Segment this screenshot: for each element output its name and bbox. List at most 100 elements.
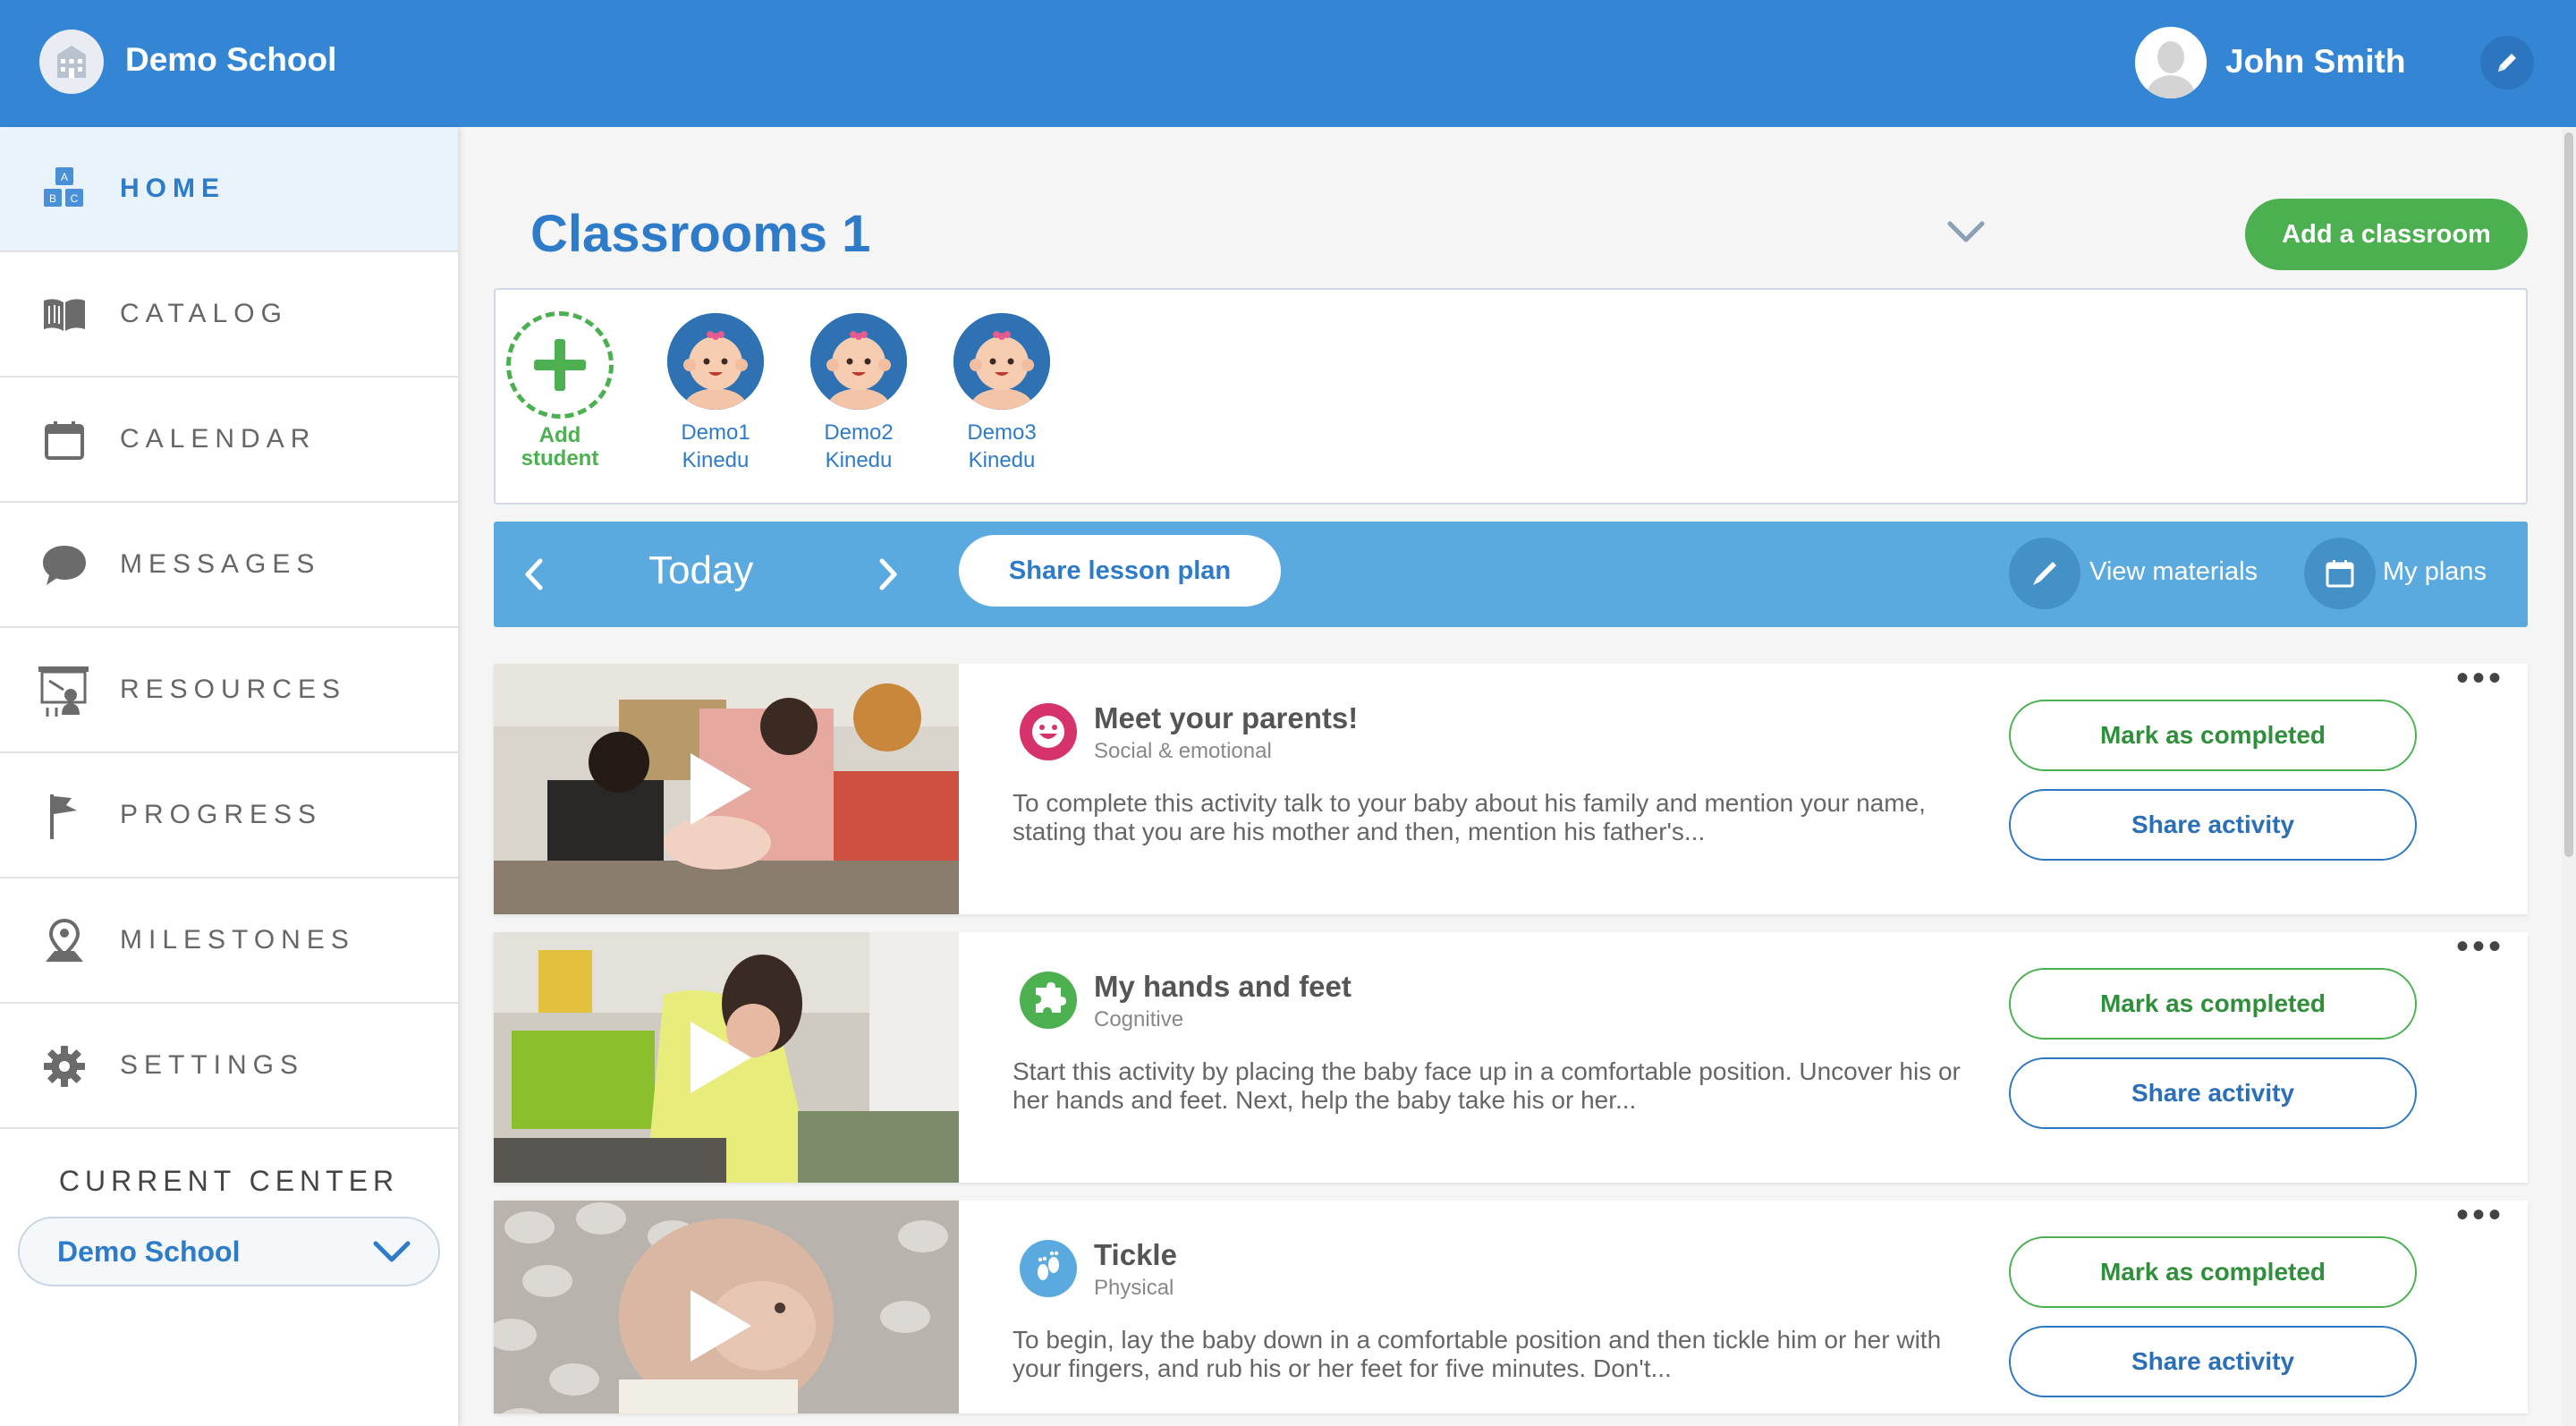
gear-icon	[36, 1038, 93, 1095]
chat-bubble-icon	[36, 537, 93, 594]
student-name: Demo3 Kinedu	[948, 419, 1055, 474]
sidebar-item-settings[interactable]: SETTINGS	[0, 1004, 458, 1129]
activity-video-thumbnail[interactable]	[494, 1201, 959, 1413]
student-name: Demo2 Kinedu	[805, 419, 912, 474]
presentation-board-icon	[36, 662, 93, 719]
play-icon[interactable]	[691, 1022, 751, 1093]
user-name[interactable]: John Smith	[2225, 43, 2405, 81]
footprints-icon	[1020, 1240, 1077, 1297]
add-student-label-line2: student	[521, 446, 599, 471]
sidebar-item-label: MESSAGES	[120, 549, 321, 579]
calendar-icon	[2326, 560, 2354, 588]
student-card[interactable]: Demo2 Kinedu	[805, 313, 912, 474]
chevron-left-icon[interactable]	[521, 556, 547, 593]
add-student-button[interactable]: Add student	[506, 311, 614, 471]
sidebar-item-label: PROGRESS	[120, 800, 323, 829]
mark-completed-button[interactable]: Mark as completed	[2009, 1236, 2417, 1308]
student-last-name: Kinedu	[968, 448, 1036, 472]
sidebar-item-label: CATALOG	[120, 299, 288, 328]
svg-text:B: B	[49, 192, 56, 205]
activity-category: Cognitive	[1094, 1007, 1184, 1031]
sidebar-item-label: MILESTONES	[120, 925, 355, 955]
sidebar-item-milestones[interactable]: MILESTONES	[0, 879, 458, 1004]
add-classroom-button[interactable]: Add a classroom	[2245, 199, 2528, 270]
current-day-label: Today	[648, 548, 754, 592]
map-pin-icon	[36, 912, 93, 970]
sidebar-item-label: CALENDAR	[120, 424, 317, 454]
baby-avatar-icon	[810, 313, 907, 410]
mark-completed-button[interactable]: Mark as completed	[2009, 700, 2417, 771]
mark-completed-button[interactable]: Mark as completed	[2009, 968, 2417, 1040]
sidebar-item-messages[interactable]: MESSAGES	[0, 503, 458, 628]
share-activity-button[interactable]: Share activity	[2009, 1057, 2417, 1129]
flag-icon	[36, 787, 93, 845]
play-icon[interactable]	[691, 753, 751, 825]
user-avatar[interactable]	[2135, 27, 2207, 98]
sidebar-item-resources[interactable]: RESOURCES	[0, 628, 458, 753]
activity-category: Physical	[1094, 1276, 1174, 1300]
play-icon[interactable]	[691, 1290, 751, 1362]
classroom-title: Classrooms 1	[530, 205, 871, 263]
current-center-select[interactable]: Demo School	[18, 1217, 440, 1286]
smiley-icon	[1020, 703, 1077, 760]
student-card[interactable]: Demo3 Kinedu	[948, 313, 1055, 474]
pencil-icon	[2498, 54, 2516, 72]
student-card[interactable]: Demo1 Kinedu	[662, 313, 769, 474]
edit-profile-button[interactable]	[2480, 36, 2534, 89]
classroom-dropdown-chevron-icon[interactable]	[1946, 218, 1986, 245]
sidebar: A B C HOME CATALOG CALENDAR MESSAGES RES…	[0, 127, 458, 1426]
activity-card: My hands and feet Cognitive Start this a…	[494, 929, 2528, 1183]
student-last-name: Kinedu	[825, 448, 893, 472]
current-center-value: Demo School	[57, 1235, 241, 1268]
main-scrollbar[interactable]	[2562, 127, 2576, 1426]
pencil-icon	[2033, 562, 2056, 585]
my-plans-label[interactable]: My plans	[2383, 557, 2487, 587]
chevron-down-icon	[373, 1241, 411, 1262]
svg-text:C: C	[71, 192, 79, 205]
activity-title[interactable]: My hands and feet	[1094, 970, 1352, 1004]
chevron-right-icon[interactable]	[875, 556, 902, 593]
school-name: Demo School	[125, 41, 337, 78]
sidebar-item-home[interactable]: A B C HOME	[0, 127, 458, 252]
share-activity-button[interactable]: Share activity	[2009, 789, 2417, 861]
current-center-title: CURRENT CENTER	[58, 1165, 400, 1197]
svg-text:A: A	[61, 171, 68, 183]
share-activity-button[interactable]: Share activity	[2009, 1326, 2417, 1397]
day-navigation-bar: Today Share lesson plan View materials M…	[494, 522, 2528, 627]
activity-video-thumbnail[interactable]	[494, 932, 959, 1183]
scrollbar-thumb[interactable]	[2564, 132, 2573, 857]
activity-description: To begin, lay the baby down in a comfort…	[1013, 1326, 1942, 1382]
sidebar-item-label: RESOURCES	[120, 675, 347, 704]
school-building-icon	[39, 30, 104, 94]
add-student-label: Add student	[506, 424, 614, 471]
view-materials-label[interactable]: View materials	[2089, 557, 2258, 587]
student-name: Demo1 Kinedu	[662, 419, 769, 474]
activity-category: Social & emotional	[1094, 739, 1272, 763]
view-materials-button[interactable]	[2009, 538, 2080, 609]
sidebar-item-progress[interactable]: PROGRESS	[0, 753, 458, 879]
activity-title[interactable]: Meet your parents!	[1094, 701, 1358, 735]
user-silhouette-icon	[2135, 27, 2207, 98]
abc-blocks-icon: A B C	[36, 161, 93, 218]
top-bar: Demo School John Smith	[0, 0, 2576, 127]
add-student-label-line1: Add	[538, 423, 581, 447]
activity-description: To complete this activity talk to your b…	[1013, 789, 1926, 845]
add-plus-icon	[506, 311, 614, 419]
my-plans-button[interactable]	[2304, 538, 2376, 609]
activity-video-thumbnail[interactable]	[494, 664, 959, 914]
sidebar-item-catalog[interactable]: CATALOG	[0, 252, 458, 378]
share-lesson-plan-button[interactable]: Share lesson plan	[959, 535, 1281, 607]
more-options-icon[interactable]: •••	[2456, 929, 2504, 964]
baby-avatar-icon	[953, 313, 1050, 410]
sidebar-item-label: HOME	[120, 174, 225, 203]
book-icon	[36, 286, 93, 344]
sidebar-item-calendar[interactable]: CALENDAR	[0, 378, 458, 503]
activity-description: Start this activity by placing the baby …	[1013, 1057, 1961, 1114]
more-options-icon[interactable]: •••	[2456, 660, 2504, 696]
student-first-name: Demo1	[681, 420, 750, 445]
sidebar-item-label: SETTINGS	[120, 1050, 305, 1080]
activity-title[interactable]: Tickle	[1094, 1238, 1177, 1272]
more-options-icon[interactable]: •••	[2456, 1201, 2504, 1233]
students-panel: Add student Demo1 Kinedu Demo2 Kinedu De…	[494, 288, 2528, 505]
puzzle-icon	[1020, 972, 1077, 1029]
